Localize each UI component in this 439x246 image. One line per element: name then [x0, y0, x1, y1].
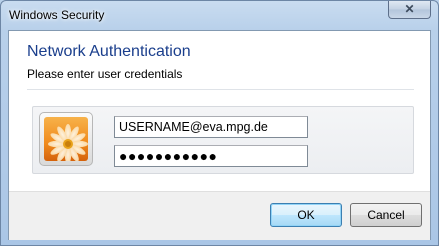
password-field[interactable]	[114, 145, 308, 167]
close-button[interactable]: ✕	[388, 1, 431, 19]
divider	[27, 89, 414, 90]
username-field[interactable]	[114, 116, 308, 138]
dialog-body: Network Authentication Please enter user…	[8, 30, 431, 240]
dialog-subheading: Please enter user credentials	[27, 67, 183, 81]
button-bar: OK Cancel	[9, 191, 430, 240]
flower-user-tile-icon	[44, 117, 88, 161]
cancel-button[interactable]: Cancel	[350, 203, 422, 227]
dialog-heading: Network Authentication	[27, 43, 191, 60]
credential-tile[interactable]	[32, 106, 414, 174]
user-avatar	[39, 112, 93, 166]
title-bar[interactable]: Windows Security ✕	[1, 1, 438, 29]
window-title: Windows Security	[9, 8, 105, 22]
ok-button[interactable]: OK	[270, 203, 342, 227]
close-icon: ✕	[404, 2, 415, 16]
windows-security-dialog: Windows Security ✕ Network Authenticatio…	[0, 0, 439, 246]
